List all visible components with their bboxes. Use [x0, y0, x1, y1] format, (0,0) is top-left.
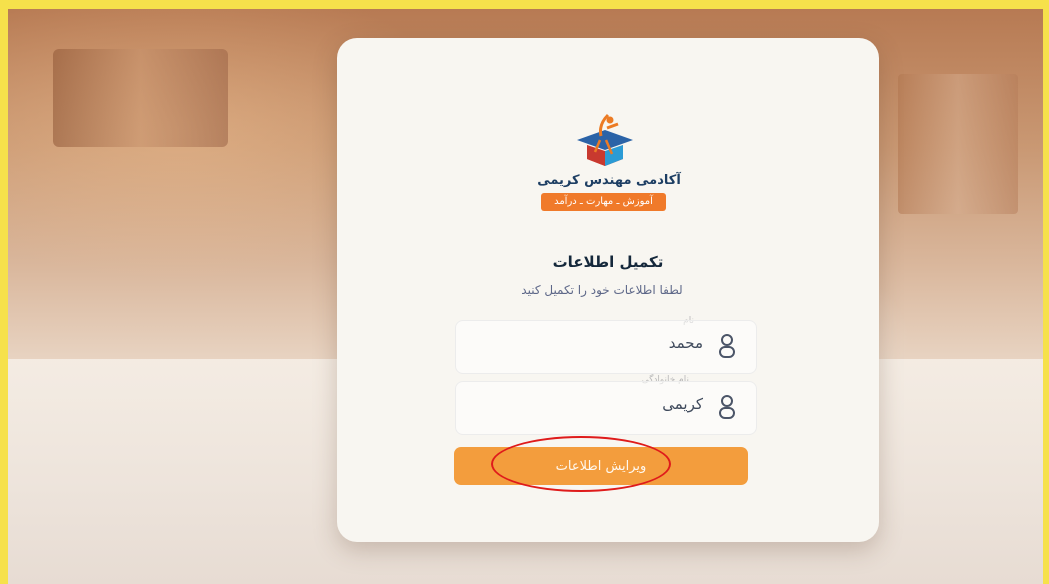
- brand-name: آکادمی مهندس کریمی: [537, 173, 681, 188]
- profile-completion-card: آکادمی مهندس کریمی آموزش ـ مهارت ـ درآمد…: [337, 38, 879, 542]
- first-name-value: محمد: [668, 334, 703, 352]
- frame-border-right: [1043, 0, 1049, 584]
- form-subheading: لطفا اطلاعات خود را تکمیل کنید: [521, 283, 683, 297]
- user-icon: [719, 334, 735, 358]
- brand-tagline: آموزش ـ مهارت ـ درآمد: [541, 193, 666, 211]
- graduation-cap-icon: [577, 113, 633, 166]
- academy-logo: [569, 112, 641, 172]
- background-book-stack-right: [898, 74, 1018, 214]
- first-name-field[interactable]: محمد: [455, 320, 757, 374]
- frame-border-left: [0, 0, 8, 584]
- user-icon: [719, 395, 735, 419]
- frame-border-top: [0, 0, 1049, 9]
- form-heading: تکمیل اطلاعات: [552, 253, 664, 271]
- last-name-field[interactable]: کریمی: [455, 381, 757, 435]
- background-book-stack: [53, 49, 228, 147]
- edit-info-button[interactable]: ویرایش اطلاعات: [454, 447, 748, 485]
- last-name-value: کریمی: [662, 395, 703, 413]
